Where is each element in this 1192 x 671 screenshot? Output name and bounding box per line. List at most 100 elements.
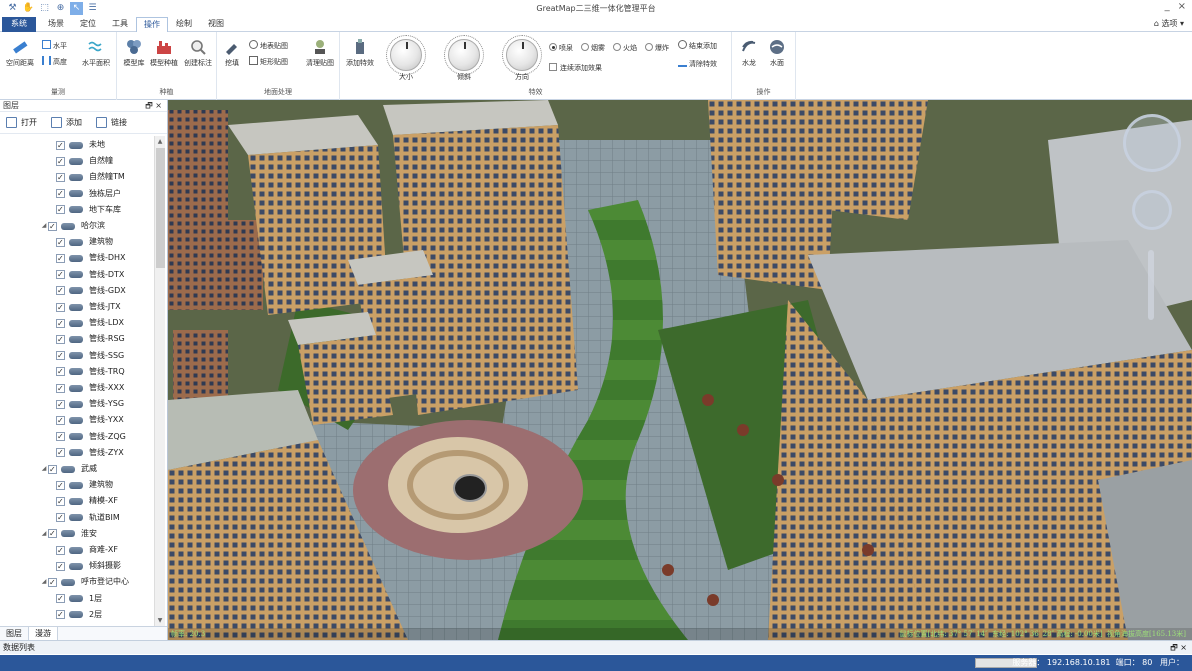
tab-system[interactable]: 系统 [2,17,36,32]
space-distance-button[interactable]: 空间距离 [4,38,36,68]
radio-fountain[interactable]: 喷泉 [549,43,573,53]
direction-knob[interactable] [506,39,538,71]
layer-node[interactable]: 独栋层户 [48,186,121,202]
layer-checkbox[interactable] [56,494,65,510]
layer-node[interactable]: 管线-SSG [48,348,124,364]
scroll-up-icon[interactable]: ▲ [155,136,165,147]
zoom-slider[interactable] [1148,250,1154,320]
layer-node[interactable]: 管线-ZQG [48,429,126,445]
tab-layers[interactable]: 图层 [0,627,29,640]
layer-checkbox[interactable] [56,300,65,316]
layer-checkbox[interactable] [56,445,65,461]
layer-checkbox[interactable] [48,575,57,591]
layer-checkbox[interactable] [56,170,65,186]
layer-checkbox[interactable] [56,316,65,332]
water-surface-button[interactable]: 水面 [764,38,790,68]
layer-node[interactable]: 建筑物 [48,477,113,494]
layer-checkbox[interactable] [56,381,65,397]
radio-explosion[interactable]: 爆炸 [645,43,669,53]
layer-checkbox[interactable] [56,283,65,299]
model-library-button[interactable]: 模型库 [120,38,148,68]
layer-node[interactable]: 自然幢 [48,153,113,170]
layer-checkbox[interactable] [56,413,65,429]
scroll-down-icon[interactable]: ▼ [155,615,165,626]
tab-view[interactable]: 视图 [201,17,231,32]
layer-group-node[interactable]: ◢ 淮安 [40,526,97,542]
tilt-control[interactable] [1132,190,1172,230]
layer-node[interactable]: 2层 [48,607,102,623]
data-list-pin-close-icon[interactable]: 🗗 × [1170,641,1187,654]
tab-tools[interactable]: 工具 [105,17,135,32]
layer-checkbox[interactable] [56,429,65,445]
layer-checkbox[interactable] [56,364,65,380]
tab-draw[interactable]: 绘制 [169,17,199,32]
expand-arrow-icon[interactable]: ◢ [40,526,48,542]
layer-node[interactable]: 管线-JTX [48,299,121,316]
layer-node[interactable]: 建筑物 [48,234,113,251]
water-dragon-button[interactable]: 水龙 [736,38,762,68]
rect-stamp-button[interactable]: 矩形贴图 [249,56,288,67]
layer-checkbox[interactable] [56,607,65,623]
layer-node[interactable]: 管线-LDX [48,315,124,332]
layer-checkbox[interactable] [56,154,65,170]
layer-node[interactable]: 倾斜摄影 [48,558,121,575]
layer-checkbox[interactable] [56,348,65,364]
layer-node[interactable]: 管线-GDX [48,283,126,299]
layer-node[interactable]: 管线-YXX [48,412,124,429]
terrain-stamp-button[interactable]: 地表贴图 [249,40,288,51]
layer-node[interactable]: 自然幢TM [48,169,125,186]
layer-checkbox[interactable] [56,510,65,526]
minimize-button[interactable]: _ [1165,1,1170,12]
compass-control[interactable] [1123,114,1181,172]
layer-node[interactable]: 管线-DHX [48,250,126,267]
tab-locate[interactable]: 定位 [73,17,103,32]
expand-arrow-icon[interactable]: ◢ [40,574,48,590]
options-menu[interactable]: ⌂ 选项 ▾ [1154,18,1184,29]
add-layer-button[interactable]: 添加 [51,117,82,128]
size-knob[interactable] [390,39,422,71]
layer-checkbox[interactable] [56,397,65,413]
layer-node[interactable]: 未地 [48,137,105,154]
layer-node[interactable]: 管线-TRQ [48,364,125,380]
layer-node[interactable]: 管线-DTX [48,267,124,283]
layer-group-node[interactable]: ◢ 武威 [40,461,97,478]
clear-effect-button[interactable]: 清除特效 [678,58,717,69]
continuous-add-checkbox[interactable]: 连续添加效果 [549,63,602,73]
layer-checkbox[interactable] [56,267,65,283]
create-label-button[interactable]: 创建标注 [181,38,215,68]
layer-checkbox[interactable] [48,219,57,235]
panel-pin-close-icon[interactable]: 🗗 × [145,100,162,112]
tab-roam[interactable]: 漫游 [29,627,58,640]
layer-checkbox[interactable] [48,462,57,478]
tab-scene[interactable]: 场景 [41,17,71,32]
height-button[interactable]: 高度 [42,56,67,67]
layer-checkbox[interactable] [56,186,65,202]
tab-operate[interactable]: 操作 [136,17,168,32]
scroll-thumb[interactable] [156,148,165,268]
clear-stamp-button[interactable]: 清理贴图 [303,38,337,68]
layer-scrollbar[interactable]: ▲ ▼ [154,136,165,626]
layer-node[interactable]: 商难-XF [48,542,118,559]
horizontal-area-button[interactable]: 水平面积 [78,38,114,68]
layer-group-node[interactable]: ◢ 呼市登记中心 [40,574,129,591]
layer-checkbox[interactable] [56,235,65,251]
layer-node[interactable]: 精模-XF [48,493,118,510]
excavate-button[interactable]: 挖填 [221,38,243,68]
expand-arrow-icon[interactable]: ◢ [40,218,48,234]
tilt-knob[interactable] [448,39,480,71]
radio-flame[interactable]: 火焰 [613,43,637,53]
layer-node[interactable]: 管线-ZYX [48,445,124,461]
layer-node[interactable]: 轨道BIM [48,510,120,526]
layer-node[interactable]: 管线-YSG [48,396,124,413]
layer-checkbox[interactable] [56,591,65,607]
layer-node[interactable]: 管线-XXX [48,380,124,397]
close-button[interactable]: × [1178,1,1186,12]
layer-node[interactable]: 地下车库 [48,202,121,218]
layer-checkbox[interactable] [56,202,65,218]
layer-checkbox[interactable] [56,251,65,267]
layer-checkbox[interactable] [56,559,65,575]
layer-node[interactable]: 管线-RSG [48,331,125,348]
radio-smoke[interactable]: 烟雾 [581,43,605,53]
layer-node[interactable]: 1层 [48,591,102,607]
layer-checkbox[interactable] [48,526,57,542]
